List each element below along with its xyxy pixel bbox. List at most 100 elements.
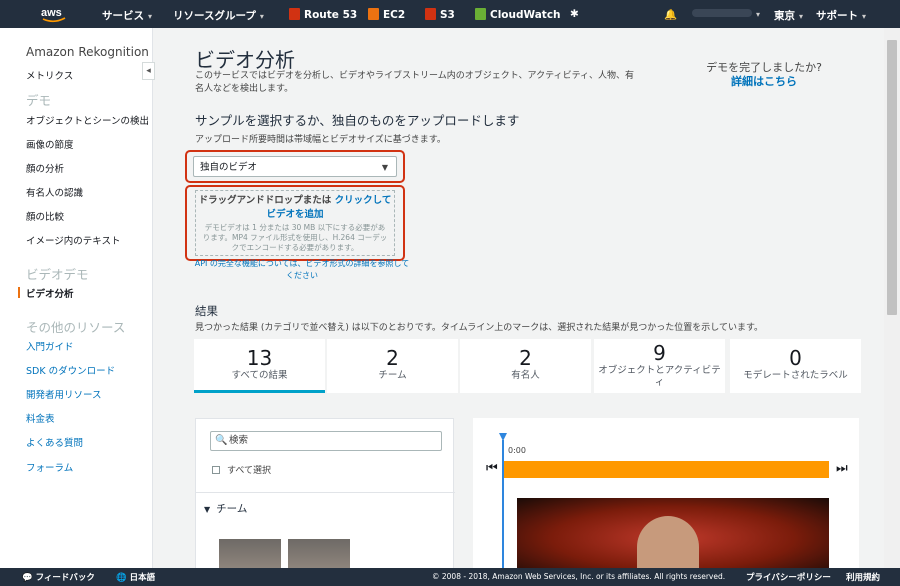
select-all-label: すべて選択 xyxy=(227,466,272,476)
sidebar-section-demo: デモ xyxy=(26,93,52,108)
bell-icon[interactable]: 🔔 xyxy=(664,8,677,21)
timeline-bar[interactable] xyxy=(504,461,829,478)
sidebar-section-other-resources: その他のリソース xyxy=(26,320,126,335)
select-value: 独自のビデオ xyxy=(200,162,258,173)
tile-label: チーム xyxy=(378,370,407,381)
tile-celebrities[interactable]: 2 有名人 xyxy=(460,339,591,393)
footer: 💬 フィードバック 🌐 日本語 © 2008 - 2018, Amazon We… xyxy=(0,568,900,586)
sidebar-item-faq[interactable]: よくある質問 xyxy=(26,435,83,449)
tile-count: 2 xyxy=(386,346,399,370)
click-to-add-link[interactable]: クリックして xyxy=(335,195,392,206)
tile-count: 2 xyxy=(519,346,532,370)
results-heading: 結果 xyxy=(195,304,218,318)
tile-all-results[interactable]: 13 すべての結果 xyxy=(194,339,325,393)
skip-to-start-icon[interactable]: ⏮ xyxy=(486,461,498,477)
sidebar-item-text-in-image[interactable]: イメージ内のテキスト xyxy=(26,233,121,247)
tile-moderated-labels[interactable]: 0 モデレートされたラベル xyxy=(730,339,861,393)
sidebar-item-forum[interactable]: フォーラム xyxy=(26,460,73,474)
cloudwatch-shortcut[interactable]: CloudWatch xyxy=(475,8,561,21)
sidebar-item-face-compare[interactable]: 顔の比較 xyxy=(26,209,64,223)
tile-count: 9 xyxy=(653,341,666,365)
tile-team[interactable]: 2 チーム xyxy=(327,339,458,393)
sidebar-item-object-scene[interactable]: オブジェクトとシーンの検出 xyxy=(26,113,149,127)
resource-groups-menu[interactable]: リソースグループ ▾ xyxy=(173,8,264,23)
ec2-shortcut[interactable]: EC2 xyxy=(368,8,405,21)
api-info-link[interactable]: API の完全な機能については、ビデオ形式の詳細を参照してください xyxy=(192,258,412,282)
main-content: ビデオ分析 このサービスではビデオを分析し、ビデオやライブストリーム内のオブジェ… xyxy=(154,28,884,579)
add-video-link[interactable]: ビデオを追加 xyxy=(196,206,394,220)
playhead-handle[interactable] xyxy=(499,433,507,441)
sidebar: Amazon Rekognition メトリクス デモ オブジェクトとシーンの検… xyxy=(0,28,153,568)
drop-instruction: ドラッグアンドドロップまたは クリックして xyxy=(198,195,392,206)
route53-icon xyxy=(289,8,300,20)
tile-objects-activities[interactable]: 9 オブジェクトとアクティビティ xyxy=(594,339,725,393)
sidebar-item-getting-started[interactable]: 入門ガイド xyxy=(26,339,74,353)
language-selector[interactable]: 🌐 日本語 xyxy=(116,571,155,583)
sidebar-item-developer-resources[interactable]: 開発者用リソース xyxy=(26,387,102,401)
upload-note: アップロード所要時間は帯域幅とビデオサイズに基づきます。 xyxy=(195,135,446,145)
tile-count: 0 xyxy=(789,346,802,370)
feedback-link[interactable]: 💬 フィードバック xyxy=(22,571,95,583)
search-input[interactable]: 🔍 検索 xyxy=(210,431,442,451)
account-menu[interactable]: ▾ xyxy=(692,8,760,20)
sidebar-section-video-demo: ビデオデモ xyxy=(26,267,89,282)
globe-icon: 🌐 xyxy=(116,573,127,583)
redacted-account-name xyxy=(692,9,752,17)
pin-icon[interactable]: ✱ xyxy=(570,8,579,20)
route53-shortcut[interactable]: Route 53 xyxy=(289,8,357,21)
aws-logo[interactable]: aws xyxy=(40,5,68,23)
active-indicator xyxy=(18,287,20,298)
tile-label: すべての結果 xyxy=(231,370,288,381)
results-description: 見つかった結果 (カテゴリで並べ替え) は以下のとおりです。タイムライン上のマー… xyxy=(195,323,764,333)
top-navigation-bar: aws サービス ▾ リソースグループ ▾ Route 53 EC2 S3 Clou… xyxy=(0,0,900,28)
region-menu[interactable]: 東京 ▾ xyxy=(774,8,803,23)
support-menu[interactable]: サポート ▾ xyxy=(816,8,866,23)
svg-text:aws: aws xyxy=(41,7,62,19)
sidebar-item-metrics[interactable]: メトリクス xyxy=(26,68,73,82)
sidebar-item-face-analysis[interactable]: 顔の分析 xyxy=(26,161,64,175)
sidebar-item-pricing[interactable]: 料金表 xyxy=(26,411,55,425)
skip-to-end-icon[interactable]: ⏭ xyxy=(836,461,848,477)
chevron-down-icon: ▾ xyxy=(756,10,761,19)
sidebar-item-celebrity[interactable]: 有名人の認識 xyxy=(26,185,83,199)
caret-down-icon: ▼ xyxy=(204,505,211,514)
drop-zone-highlight: ドラッグアンドドロップまたは クリックして ビデオを追加 デモビデオは 1 分ま… xyxy=(185,185,405,261)
chevron-down-icon: ▾ xyxy=(259,12,264,21)
chevron-left-icon: ◂ xyxy=(146,66,151,76)
video-player[interactable] xyxy=(517,498,829,578)
scrollbar-thumb[interactable] xyxy=(887,40,897,315)
video-timeline-panel: 0:00 ⏮ ⏭ xyxy=(473,418,859,578)
sidebar-item-video-analysis[interactable]: ビデオ分析 xyxy=(26,286,74,300)
sidebar-item-moderation[interactable]: 画像の節度 xyxy=(26,137,74,151)
cloudwatch-icon xyxy=(475,8,486,20)
checkbox-icon[interactable] xyxy=(212,466,220,474)
results-filter-panel: 🔍 検索 すべて選択 ▼ チーム xyxy=(195,418,455,579)
team-section-toggle[interactable]: ▼ チーム xyxy=(204,501,247,516)
tile-count: 13 xyxy=(246,346,273,370)
ec2-icon xyxy=(368,8,379,20)
tile-label: 有名人 xyxy=(511,370,540,381)
sample-heading: サンプルを選択するか、独自のものをアップロードします xyxy=(195,113,520,128)
select-all-checkbox[interactable]: すべて選択 xyxy=(212,463,271,476)
video-source-select[interactable]: 独自のビデオ ▼ xyxy=(193,156,397,177)
s3-icon xyxy=(425,8,436,20)
page-title: ビデオ分析 xyxy=(195,48,295,72)
timeline-time: 0:00 xyxy=(508,446,526,455)
video-drop-zone[interactable]: ドラッグアンドドロップまたは クリックして ビデオを追加 デモビデオは 1 分ま… xyxy=(195,190,395,256)
drop-requirements: デモビデオは 1 分または 30 MB 以下にする必要があります。MP4 ファイ… xyxy=(202,223,388,252)
sidebar-title: Amazon Rekognition xyxy=(26,45,149,59)
services-menu[interactable]: サービス ▾ xyxy=(102,8,152,23)
sidebar-item-sdk-download[interactable]: SDK のダウンロード xyxy=(26,363,115,377)
privacy-policy-link[interactable]: プライバシーポリシー xyxy=(746,571,831,583)
s3-shortcut[interactable]: S3 xyxy=(425,8,455,21)
chevron-down-icon: ▾ xyxy=(799,12,804,21)
speech-bubble-icon: 💬 xyxy=(22,573,33,583)
search-icon: 🔍 xyxy=(215,435,228,446)
page-description: このサービスではビデオを分析し、ビデオやライブストリーム内のオブジェクト、アクテ… xyxy=(195,71,635,94)
video-select-highlight: 独自のビデオ ▼ xyxy=(185,150,405,183)
learn-more-link[interactable]: 詳細はこちら xyxy=(684,73,844,89)
team-heading: チーム xyxy=(216,503,248,515)
tile-label: モデレートされたラベル xyxy=(743,370,848,381)
chevron-down-icon: ▾ xyxy=(862,12,867,21)
terms-link[interactable]: 利用規約 xyxy=(846,571,880,583)
